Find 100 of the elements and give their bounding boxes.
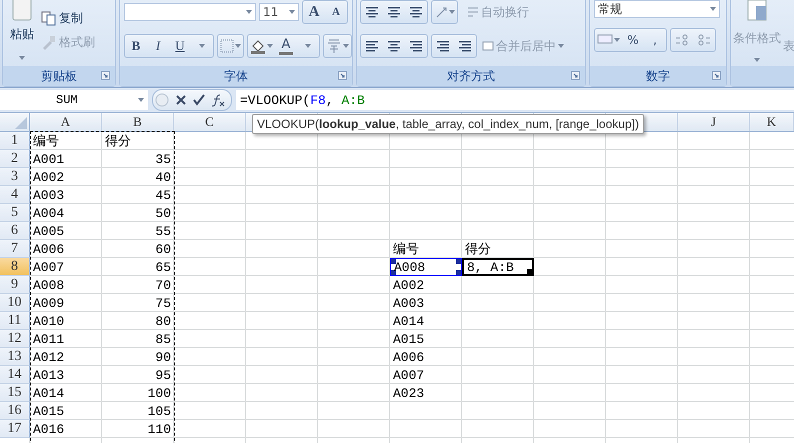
cell-text: A010 <box>32 312 66 330</box>
align-bottom-icon <box>410 6 422 18</box>
cell-text: 85 <box>154 330 172 348</box>
dialog-launcher-icon[interactable] <box>338 71 347 80</box>
row-header[interactable]: 10 <box>0 294 30 312</box>
number-style-button[interactable]: % <box>622 29 644 51</box>
cell-text: A007 <box>392 366 426 384</box>
caret-icon <box>305 44 311 48</box>
dialog-launcher-icon[interactable] <box>571 71 580 80</box>
row-header[interactable]: 13 <box>0 348 30 366</box>
font-color-button[interactable]: A <box>275 35 297 57</box>
cell-text: A012 <box>32 348 66 366</box>
cell-text: A015 <box>392 330 426 348</box>
cell-text: A006 <box>32 240 66 258</box>
column-header[interactable]: B <box>102 113 174 131</box>
copy-icon <box>41 10 57 26</box>
name-box[interactable]: SUM <box>0 90 148 110</box>
font-name-field[interactable] <box>124 3 256 21</box>
row-header[interactable]: 11 <box>0 312 30 330</box>
number-style-button[interactable]: , <box>644 29 666 51</box>
cell-text: A016 <box>32 420 66 438</box>
caret-icon <box>289 10 295 14</box>
group-label: 剪贴板 <box>41 68 77 84</box>
cancel-icon <box>175 94 187 106</box>
caret-icon <box>267 44 273 48</box>
style-button[interactable]: B <box>125 35 147 57</box>
cell-text: A007 <box>32 258 66 276</box>
cell-text: 105 <box>146 402 172 420</box>
cell-text: A011 <box>32 330 66 348</box>
style-button[interactable]: U <box>169 35 191 57</box>
column-header[interactable]: A <box>30 113 102 131</box>
cell-text: A009 <box>32 294 66 312</box>
grow-font-button[interactable]: A <box>303 1 325 23</box>
dialog-launcher-icon[interactable] <box>101 71 110 80</box>
row-header[interactable]: 5 <box>0 204 30 222</box>
merge-icon <box>482 40 494 52</box>
row-header[interactable]: 3 <box>0 168 30 186</box>
caret-icon <box>710 7 716 11</box>
row-header[interactable]: 12 <box>0 330 30 348</box>
row-header[interactable]: 15 <box>0 384 30 402</box>
font-size-field[interactable]: 11 <box>259 3 299 21</box>
cell-text: A008 <box>32 276 66 294</box>
active-cell[interactable]: 8, A:B <box>462 258 534 276</box>
row-header[interactable]: 16 <box>0 402 30 420</box>
column-header[interactable]: J <box>678 113 750 131</box>
group-label: 字体 <box>224 68 248 84</box>
cell-text: 得分 <box>464 241 492 258</box>
column-header[interactable]: K <box>750 113 794 131</box>
align-left-icon <box>366 40 378 52</box>
cell-text: 得分 <box>104 133 132 150</box>
ribbon-command[interactable]: 复制 <box>41 8 95 28</box>
row-header[interactable]: 14 <box>0 366 30 384</box>
row-header[interactable]: 6 <box>0 222 30 240</box>
wrap-text-icon <box>467 6 479 18</box>
cell-text: 编号 <box>392 241 420 258</box>
cell-text: 95 <box>154 366 172 384</box>
row-header[interactable]: 2 <box>0 150 30 168</box>
row-header[interactable]: 1 <box>0 132 30 150</box>
caret-icon <box>343 44 349 48</box>
cell-text: 50 <box>154 204 172 222</box>
formula-field[interactable]: =VLOOKUP(F8, A:B <box>236 90 794 110</box>
cell-text: A003 <box>32 186 66 204</box>
shrink-font-button[interactable]: A <box>325 1 347 23</box>
cell-text: A002 <box>392 276 426 294</box>
dialog-launcher-icon[interactable] <box>712 71 721 80</box>
caret-icon <box>558 44 564 48</box>
caret-icon <box>614 38 620 42</box>
cell-text: A006 <box>392 348 426 366</box>
caret-icon <box>19 56 25 60</box>
align-top-icon <box>366 6 378 18</box>
circle-icon <box>155 93 169 107</box>
reference-cell[interactable]: A008 <box>390 258 462 276</box>
triangle-icon <box>15 117 27 129</box>
row-header[interactable]: 9 <box>0 276 30 294</box>
cell-text: A001 <box>32 150 66 168</box>
caret-icon <box>246 10 252 14</box>
number-format-field[interactable]: 常规 <box>594 0 720 18</box>
paste-button[interactable]: 粘贴 <box>7 0 37 66</box>
column-header[interactable]: C <box>174 113 246 131</box>
row-header[interactable]: 17 <box>0 420 30 438</box>
group-label-bar <box>731 66 794 86</box>
border-icon <box>220 39 234 53</box>
cell-text: 80 <box>154 312 172 330</box>
cell-text: 编号 <box>32 133 60 150</box>
row-header[interactable]: 4 <box>0 186 30 204</box>
diagonal-arrow-icon <box>434 5 448 19</box>
cell-text: 55 <box>154 222 172 240</box>
check-icon <box>193 94 205 106</box>
cell-text: 40 <box>154 168 172 186</box>
function-icon <box>211 93 225 107</box>
cell-text: A014 <box>392 312 426 330</box>
row-header[interactable]: 7 <box>0 240 30 258</box>
caret-icon <box>199 44 205 48</box>
align-center-icon <box>388 40 400 52</box>
function-tooltip: VLOOKUP(lookup_value, table_array, col_index_num, [range_lookup]) <box>252 114 644 134</box>
indent-icon <box>437 40 449 52</box>
style-button[interactable]: I <box>147 35 169 57</box>
row-header[interactable]: 8 <box>0 258 30 276</box>
caret-icon <box>449 10 455 14</box>
cell-text: 35 <box>154 150 172 168</box>
